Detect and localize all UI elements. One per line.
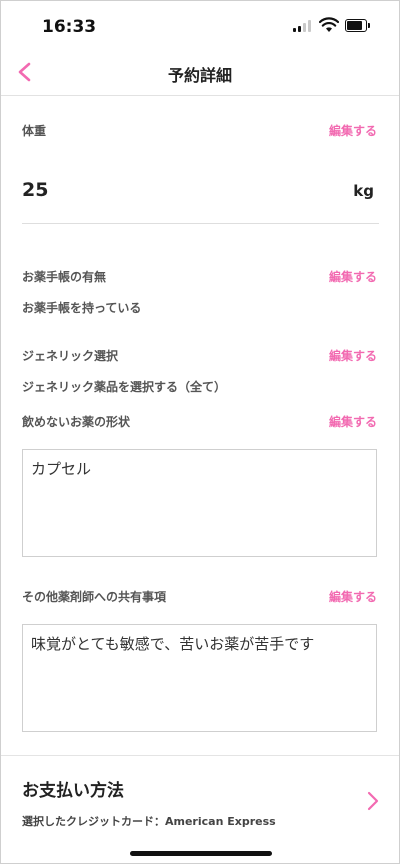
divider [22,223,379,224]
payment-card-text: 選択したクレジットカード：American Express [22,815,276,828]
weight-unit: kg [353,182,374,200]
generic-selection-value: ジェネリック薬品を選択する（全て） [22,380,227,394]
medication-notebook-label: お薬手帳の有無 [22,270,107,284]
phone-screen: 16:33 予約詳細 体重 編集する 25 kg お薬手帳の有無 編集する お薬… [0,0,400,864]
pharmacist-notes-textbox[interactable]: 味覚がとても敏感で、苦いお薬が苦手です [22,624,377,732]
battery-icon [345,19,370,32]
cellular-signal-icon [293,20,313,32]
page-title: 予約詳細 [167,66,232,85]
payment-method-title: お支払い方法 [22,781,124,801]
weight-edit-link[interactable]: 編集する [329,122,377,139]
pharmacist-notes-edit-link[interactable]: 編集する [329,588,377,605]
generic-selection-edit-link[interactable]: 編集する [329,347,377,364]
pharmacist-notes-label: その他薬剤師への共有事項 [22,590,167,604]
medication-notebook-edit-link[interactable]: 編集する [329,268,377,285]
weight-label: 体重 [22,124,47,138]
weight-value: 25 [22,179,49,201]
payment-method-row[interactable] [1,756,399,851]
medicine-form-textbox[interactable]: カプセル [22,449,377,557]
medicine-form-edit-link[interactable]: 編集する [329,413,377,430]
status-bar: 16:33 [1,1,399,49]
navigation-bar: 予約詳細 [1,49,399,96]
generic-selection-label: ジェネリック選択 [22,349,119,363]
status-time: 16:33 [42,17,97,37]
medication-notebook-value: お薬手帳を持っている [22,301,142,315]
medicine-form-label: 飲めないお薬の形状 [22,415,131,429]
home-indicator [130,851,272,856]
wifi-icon [319,17,339,32]
chevron-right-icon[interactable] [365,789,381,813]
